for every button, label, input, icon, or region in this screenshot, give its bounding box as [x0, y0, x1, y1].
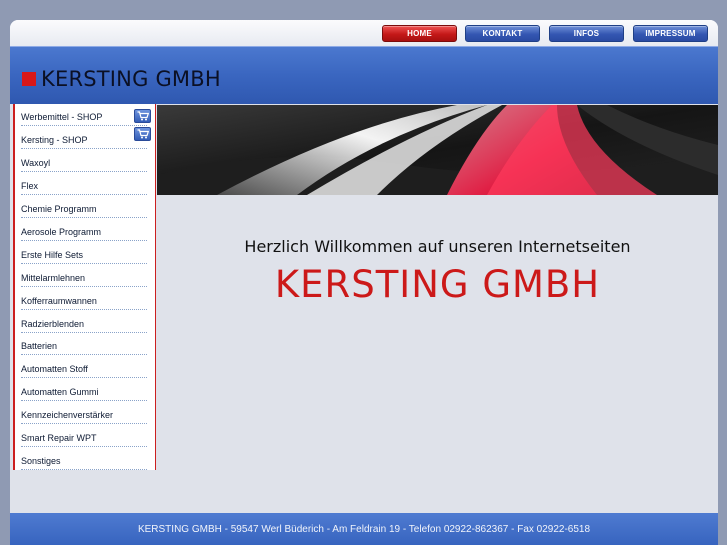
page-frame: HOME KONTAKT INFOS IMPRESSUM KERSTING GM… — [10, 20, 718, 545]
welcome-heading: Herzlich Willkommen auf unseren Internet… — [244, 237, 631, 256]
sidebar-item-label: Batterien — [21, 340, 58, 351]
sidebar-item-aerosole-programm[interactable]: Aerosole Programm — [21, 223, 147, 241]
site-header: KERSTING GMBH — [10, 46, 718, 104]
sidebar-item-label: Aerosole Programm — [21, 226, 102, 237]
sidebar-item-label: Kersting - SHOP — [21, 134, 88, 145]
sidebar-item-label: Smart Repair WPT — [21, 432, 97, 443]
sidebar-item-kersting-shop[interactable]: Kersting - SHOP — [21, 127, 151, 149]
sidebar-item-radzierblenden[interactable]: Radzierblenden — [21, 315, 147, 333]
shopping-cart-icon[interactable] — [134, 109, 151, 123]
sidebar-item-label: Kennzeichenverstärker — [21, 409, 114, 420]
sidebar-item-label: Sonstiges — [21, 455, 61, 466]
sidebar-menu: Werbemittel - SHOP Kersting - SHOP Waxoy… — [13, 104, 156, 470]
sidebar-item-automatten-gummi[interactable]: Automatten Gummi — [21, 383, 147, 401]
sidebar-item-flex[interactable]: Flex — [21, 177, 147, 195]
sidebar-item-label: Radzierblenden — [21, 318, 85, 329]
sidebar-item-kennzeichenverstaerker[interactable]: Kennzeichenverstärker — [21, 406, 147, 424]
sidebar-item-smart-repair-wpt[interactable]: Smart Repair WPT — [21, 429, 147, 447]
sidebar-item-waxoyl[interactable]: Waxoyl — [21, 154, 147, 172]
highway-banner-image — [157, 105, 718, 195]
sidebar-item-erste-hilfe-sets[interactable]: Erste Hilfe Sets — [21, 246, 147, 264]
sidebar-item-label: Werbemittel - SHOP — [21, 111, 103, 122]
brand-heading: KERSTING GMBH — [274, 263, 601, 306]
sidebar-item-werbemittel-shop[interactable]: Werbemittel - SHOP — [21, 108, 151, 126]
sidebar-item-automatten-stoff[interactable]: Automatten Stoff — [21, 360, 147, 378]
logo-square-icon — [22, 72, 36, 86]
nav-infos-button[interactable]: INFOS — [549, 25, 624, 42]
footer-address: KERSTING GMBH - 59547 Werl Büderich - Am… — [10, 513, 718, 545]
sidebar-item-label: Erste Hilfe Sets — [21, 249, 84, 260]
sidebar-item-label: Waxoyl — [21, 157, 51, 168]
sidebar-item-mittelarmlehnen[interactable]: Mittelarmlehnen — [21, 269, 147, 287]
site-logo[interactable]: KERSTING GMBH — [41, 67, 221, 91]
sidebar-item-batterien[interactable]: Batterien — [21, 337, 147, 355]
sidebar-item-label: Flex — [21, 180, 39, 191]
sidebar-item-label: Kofferraumwannen — [21, 295, 97, 306]
top-navigation: HOME KONTAKT INFOS IMPRESSUM — [10, 20, 718, 46]
sidebar-item-label: Mittelarmlehnen — [21, 272, 86, 283]
sidebar-item-label: Automatten Stoff — [21, 363, 88, 374]
sidebar-item-chemie-programm[interactable]: Chemie Programm — [21, 200, 147, 218]
sidebar-item-sonstiges[interactable]: Sonstiges — [21, 452, 147, 470]
sidebar-item-kofferraumwannen[interactable]: Kofferraumwannen — [21, 292, 147, 310]
nav-impressum-button[interactable]: IMPRESSUM — [633, 25, 708, 42]
sidebar-item-label: Automatten Gummi — [21, 386, 99, 397]
nav-kontakt-button[interactable]: KONTAKT — [465, 25, 540, 42]
nav-home-button[interactable]: HOME — [382, 25, 457, 42]
sidebar-item-label: Chemie Programm — [21, 203, 97, 214]
shopping-cart-icon[interactable] — [134, 127, 151, 141]
